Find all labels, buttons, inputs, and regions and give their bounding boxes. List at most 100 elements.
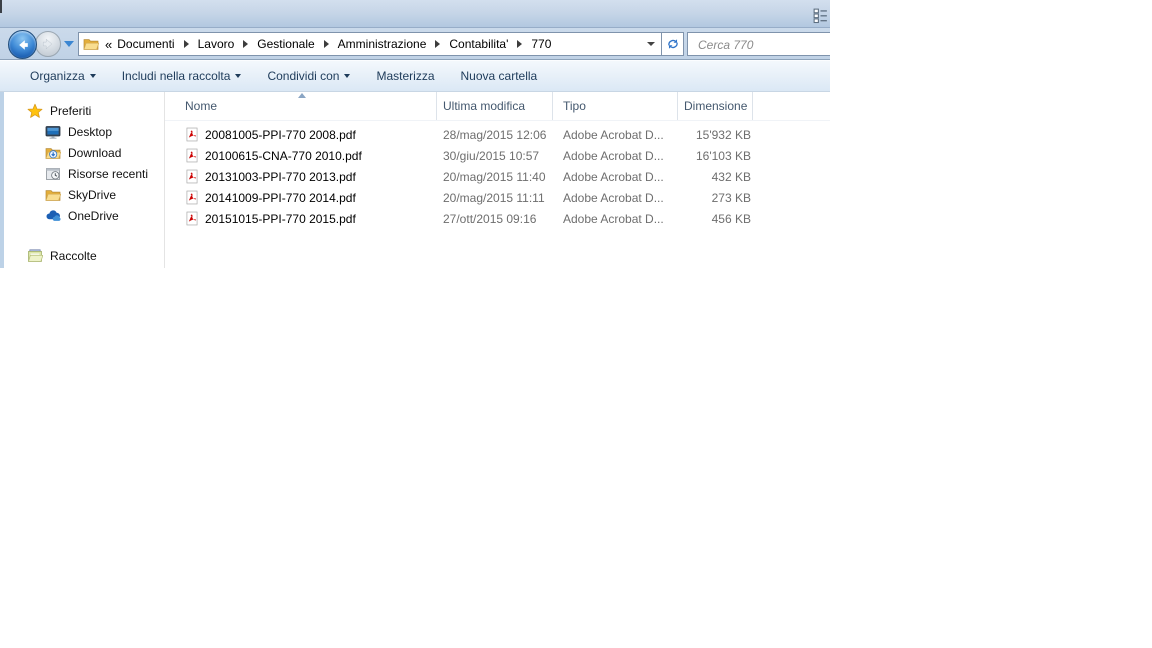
sidebar-item[interactable]: Raccolte (0, 245, 164, 266)
forward-arrow-icon (40, 36, 56, 52)
desktop-icon (45, 124, 61, 140)
file-modified: 27/ott/2015 09:16 (443, 211, 537, 226)
sidebar-item-label: Preferiti (50, 103, 92, 118)
file-modified: 28/mag/2015 12:06 (443, 127, 547, 142)
toolbar-button-label: Masterizza (376, 68, 435, 83)
download-icon (45, 145, 61, 161)
navigation-bar: « Documenti Lavoro Gestionale Amministra… (0, 28, 830, 60)
file-row[interactable]: 20151015-PPI-770 2015.pdf 27/ott/2015 09… (165, 208, 830, 229)
breadcrumb-overflow-chevron[interactable]: « (105, 37, 112, 52)
address-bar[interactable]: « Documenti Lavoro Gestionale Amministra… (78, 32, 664, 56)
file-modified: 30/giu/2015 10:57 (443, 148, 540, 163)
chevron-right-icon (435, 40, 441, 48)
file-size: 456 KB (711, 211, 751, 226)
breadcrumb-item[interactable]: Documenti (117, 37, 197, 51)
history-dropdown-icon[interactable] (64, 41, 74, 47)
sidebar-item-label: Desktop (68, 124, 113, 139)
breadcrumb-item[interactable]: Amministrazione (338, 37, 450, 51)
search-box (687, 32, 830, 56)
file-type: Adobe Acrobat D... (563, 169, 664, 184)
file-row[interactable]: 20081005-PPI-770 2008.pdf 28/mag/2015 12… (165, 124, 830, 145)
file-modified: 20/mag/2015 11:40 (443, 169, 546, 184)
chevron-down-icon (235, 74, 242, 78)
file-name: 20141009-PPI-770 2014.pdf (205, 190, 356, 205)
toolbar-button[interactable]: Includi nella raccolta (122, 69, 242, 83)
recent-icon (45, 166, 61, 182)
toolbar-button[interactable]: Organizza (30, 69, 96, 83)
column-header-modified[interactable]: Ultima modifica (437, 92, 553, 120)
file-modified: 20/mag/2015 11:11 (443, 190, 545, 205)
explorer-window: « Documenti Lavoro Gestionale Amministra… (0, 0, 830, 268)
forward-button[interactable] (35, 31, 61, 57)
folder-icon (83, 36, 99, 52)
file-size: 16'103 KB (695, 148, 751, 163)
sidebar-item[interactable]: Preferiti (0, 100, 164, 121)
breadcrumb-item-label: 770 (531, 37, 552, 51)
navigation-pane: Preferiti Desktop Download Risorse recen… (0, 92, 165, 268)
sort-ascending-icon (298, 93, 306, 98)
sidebar-item[interactable]: SkyDrive (0, 184, 164, 205)
file-type: Adobe Acrobat D... (563, 148, 664, 163)
file-name: 20081005-PPI-770 2008.pdf (205, 127, 356, 142)
sidebar-item-label: Raccolte (50, 248, 97, 263)
file-name: 20151015-PPI-770 2015.pdf (205, 211, 356, 226)
chevron-right-icon (183, 40, 189, 48)
sidebar-item[interactable]: Desktop (0, 121, 164, 142)
breadcrumb-item-label: Lavoro (197, 37, 235, 51)
breadcrumb-item-label: Documenti (117, 37, 175, 51)
chevron-down-icon (89, 74, 96, 78)
breadcrumb-item[interactable]: 770 (531, 37, 551, 51)
refresh-icon (666, 37, 680, 51)
back-arrow-icon (15, 37, 31, 53)
toolbar-button-label: Includi nella raccolta (121, 68, 231, 83)
search-input[interactable] (696, 34, 830, 56)
back-button[interactable] (8, 30, 37, 59)
sidebar-item-label: Risorse recenti (68, 166, 149, 181)
sidebar-item[interactable]: OneDrive (0, 205, 164, 226)
folder-icon (45, 187, 61, 203)
command-toolbar: Organizza Includi nella raccolta Condivi… (0, 60, 830, 92)
breadcrumb-item[interactable]: Gestionale (257, 37, 337, 51)
pdf-icon (185, 148, 199, 163)
file-size: 432 KB (711, 169, 751, 184)
column-header-size[interactable]: Dimensione (678, 92, 753, 120)
sidebar-item-label: OneDrive (68, 208, 119, 223)
change-view-button[interactable] (812, 7, 829, 24)
breadcrumb-item[interactable]: Contabilita' (449, 37, 531, 51)
toolbar-button[interactable]: Nuova cartella (461, 69, 538, 83)
file-type: Adobe Acrobat D... (563, 211, 664, 226)
pdf-icon (185, 190, 199, 205)
sidebar-item[interactable]: Download (0, 142, 164, 163)
address-dropdown-icon[interactable] (647, 42, 655, 46)
star-icon (27, 103, 43, 119)
sidebar-item[interactable]: Risorse recenti (0, 163, 164, 184)
file-name: 20131003-PPI-770 2013.pdf (205, 169, 356, 184)
chevron-right-icon (323, 40, 329, 48)
column-header-name[interactable]: Nome (165, 92, 437, 120)
file-type: Adobe Acrobat D... (563, 190, 664, 205)
file-type: Adobe Acrobat D... (563, 127, 664, 142)
cloud-icon (45, 208, 61, 224)
pdf-icon (185, 211, 199, 226)
toolbar-button[interactable]: Condividi con (267, 68, 351, 83)
column-header-type[interactable]: Tipo (553, 92, 678, 120)
title-bar (0, 0, 830, 28)
file-size: 15'932 KB (695, 127, 751, 142)
file-size: 273 KB (711, 190, 751, 205)
file-row[interactable]: 20141009-PPI-770 2014.pdf 20/mag/2015 11… (165, 187, 830, 208)
toolbar-button-label: Condividi con (267, 68, 340, 83)
window-left-border (0, 92, 4, 268)
file-row[interactable]: 20100615-CNA-770 2010.pdf 30/giu/2015 10… (165, 145, 830, 166)
breadcrumb-item[interactable]: Lavoro (198, 37, 258, 51)
file-row[interactable]: 20131003-PPI-770 2013.pdf 20/mag/2015 11… (165, 166, 830, 187)
file-list: Nome Ultima modifica Tipo Dimensione 200… (165, 92, 830, 268)
file-name: 20100615-CNA-770 2010.pdf (205, 148, 362, 163)
chevron-right-icon (243, 40, 249, 48)
sidebar-item-label: SkyDrive (68, 187, 117, 202)
toolbar-button-label: Nuova cartella (460, 68, 538, 83)
refresh-button[interactable] (661, 32, 684, 56)
content-area: Preferiti Desktop Download Risorse recen… (0, 92, 830, 268)
toolbar-button[interactable]: Masterizza (376, 69, 434, 83)
chevron-right-icon (517, 40, 523, 48)
views-icon (812, 7, 829, 24)
